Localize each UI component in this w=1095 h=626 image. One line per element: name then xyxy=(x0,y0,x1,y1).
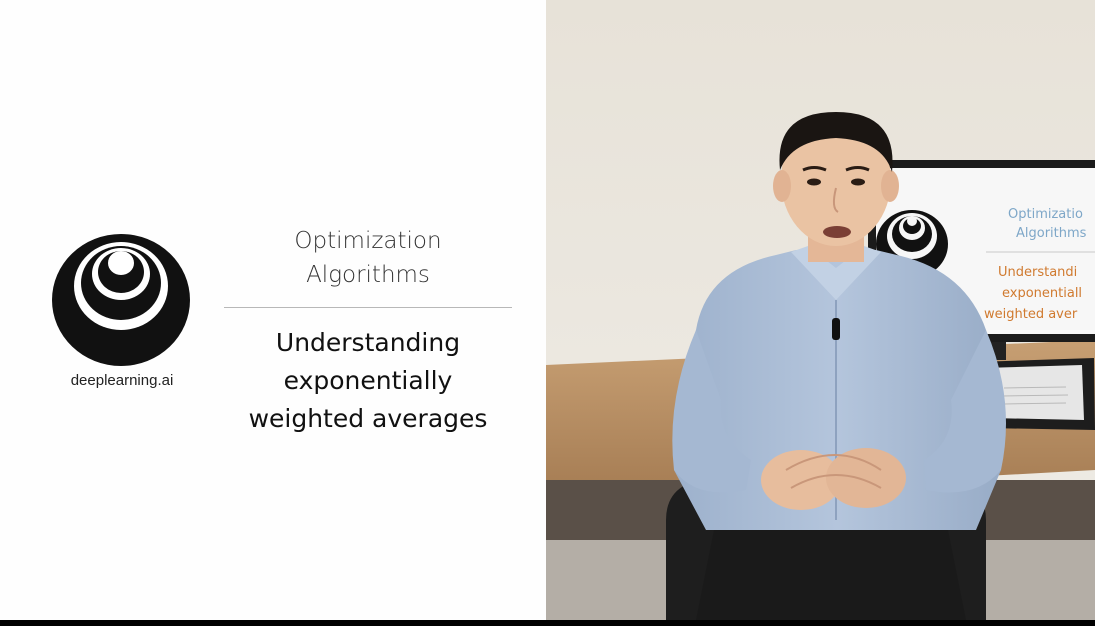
title-divider xyxy=(224,307,512,308)
monitor-lesson-line: exponentiall xyxy=(1002,286,1082,301)
mouth xyxy=(823,226,851,238)
instructor-video: Optimizatio Algorithms Understandi expon… xyxy=(546,0,1095,620)
monitor-course-line: Optimizatio xyxy=(1008,207,1083,222)
bottom-bar xyxy=(0,620,1095,626)
course-title: Optimization Algorithms xyxy=(224,224,512,292)
lesson-title-line: Understanding xyxy=(275,328,461,357)
course-title-line: Optimization xyxy=(294,228,442,254)
monitor-course-line: Algorithms xyxy=(1016,226,1087,241)
lesson-title-line: exponentially xyxy=(283,366,453,395)
deeplearning-logo-icon xyxy=(52,234,190,366)
course-title-line: Algorithms xyxy=(306,262,430,288)
lecture-slide: deeplearning.ai Optimization Algorithms … xyxy=(0,0,546,620)
lesson-title-line: weighted averages xyxy=(248,404,488,433)
microphone-icon xyxy=(832,318,840,340)
monitor-lesson-line: weighted aver xyxy=(984,307,1078,322)
lesson-title: Understanding exponentially weighted ave… xyxy=(224,324,512,438)
logo-caption: deeplearning.ai xyxy=(70,372,174,389)
monitor-lesson-line: Understandi xyxy=(998,265,1077,280)
video-frame: Optimizatio Algorithms Understandi expon… xyxy=(546,0,1095,620)
